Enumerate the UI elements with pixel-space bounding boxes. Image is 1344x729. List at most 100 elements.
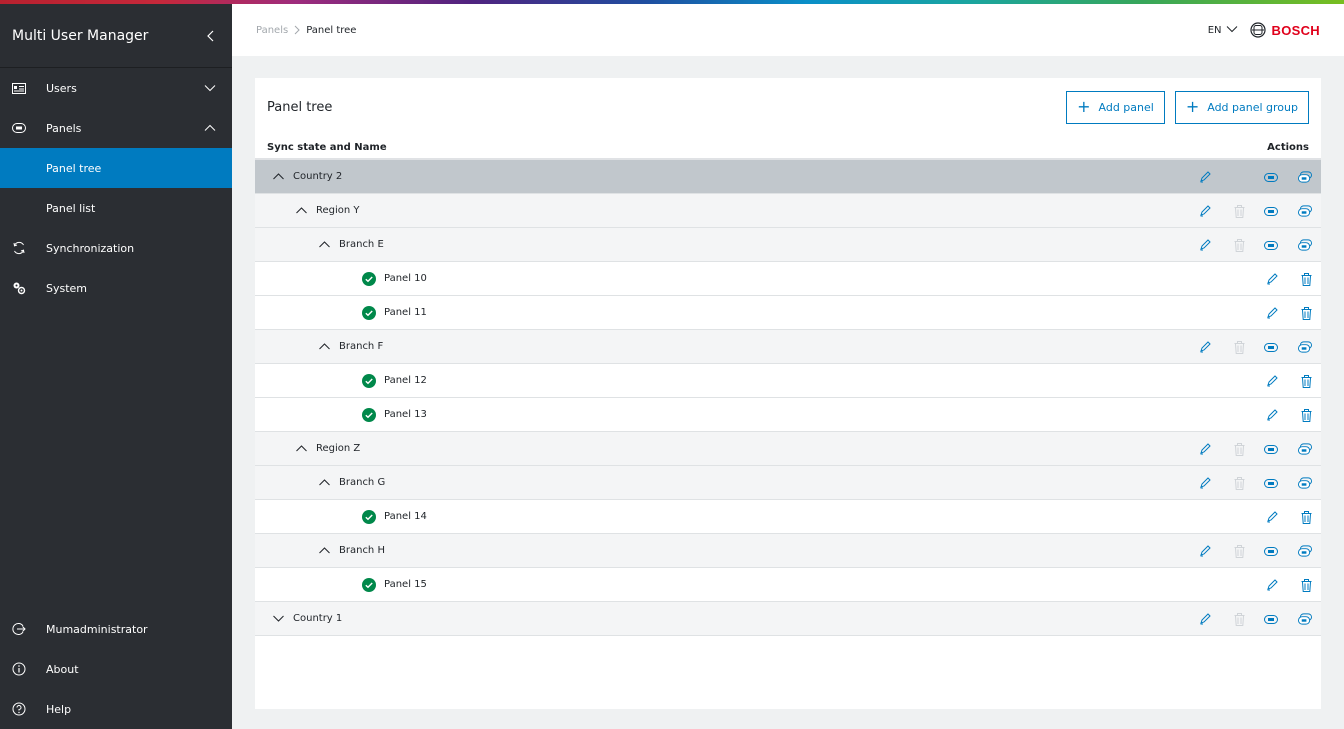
edit-pencil-icon[interactable]	[1265, 510, 1279, 524]
add-panel-icon[interactable]	[1264, 612, 1278, 626]
sidebar-header: Multi User Manager	[0, 4, 232, 68]
add-panel-icon[interactable]	[1264, 170, 1278, 184]
add-panel-icon[interactable]	[1264, 204, 1278, 218]
add-panel-group-icon[interactable]	[1298, 612, 1312, 626]
sidebar-item-synchronization[interactable]: Synchronization	[0, 228, 232, 268]
sidebar-item-about[interactable]: About	[0, 649, 232, 689]
sidebar-item-panel-tree[interactable]: Panel tree	[0, 148, 232, 188]
tree-row-group[interactable]: Region Y	[255, 194, 1321, 228]
sidebar-item-label: Panel list	[46, 201, 96, 215]
delete-trash-icon[interactable]	[1299, 510, 1313, 524]
add-panel-group-icon[interactable]	[1298, 204, 1312, 218]
language-label: EN	[1207, 24, 1222, 36]
sidebar-item-panel-list[interactable]: Panel list	[0, 188, 232, 228]
chevron-up-icon[interactable]	[319, 342, 331, 352]
edit-pencil-icon[interactable]	[1265, 578, 1279, 592]
sidebar-item-logout[interactable]: Mumadministrator	[0, 609, 232, 649]
sidebar-item-label: Help	[46, 702, 72, 716]
tree-row-label: Panel 11	[384, 307, 427, 318]
panel-icon	[12, 121, 32, 135]
edit-pencil-icon[interactable]	[1198, 238, 1212, 252]
sidebar-item-label: About	[46, 662, 79, 676]
add-panel-icon[interactable]	[1264, 442, 1278, 456]
sidebar-item-panels[interactable]: Panels	[0, 108, 232, 148]
tree-row-group[interactable]: Country 1	[255, 602, 1321, 636]
tree-row-group[interactable]: Branch E	[255, 228, 1321, 262]
row-actions	[1171, 432, 1321, 466]
edit-pencil-icon[interactable]	[1265, 374, 1279, 388]
edit-pencil-icon[interactable]	[1265, 272, 1279, 286]
chevron-up-icon[interactable]	[296, 444, 308, 454]
edit-pencil-icon[interactable]	[1198, 544, 1212, 558]
sidebar-item-system[interactable]: System	[0, 268, 232, 308]
chevron-up-icon[interactable]	[319, 478, 331, 488]
add-panel-icon[interactable]	[1264, 340, 1278, 354]
edit-pencil-icon[interactable]	[1198, 204, 1212, 218]
chevron-up-icon[interactable]	[319, 240, 331, 250]
collapse-sidebar-icon[interactable]	[204, 29, 218, 43]
add-panel-icon[interactable]	[1264, 544, 1278, 558]
add-panel-group-icon[interactable]	[1298, 170, 1312, 184]
edit-pencil-icon[interactable]	[1198, 476, 1212, 490]
sidebar-item-users[interactable]: Users	[0, 68, 232, 108]
edit-pencil-icon[interactable]	[1198, 612, 1212, 626]
sidebar-item-label: Mumadministrator	[46, 622, 148, 636]
add-panel-group-icon[interactable]	[1298, 340, 1312, 354]
edit-pencil-icon[interactable]	[1198, 340, 1212, 354]
edit-pencil-icon[interactable]	[1265, 306, 1279, 320]
row-actions	[1171, 500, 1321, 534]
delete-trash-icon[interactable]	[1299, 374, 1313, 388]
add-panel-group-icon[interactable]	[1298, 442, 1312, 456]
gears-icon	[12, 281, 32, 295]
delete-trash-icon[interactable]	[1299, 306, 1313, 320]
chevron-down-icon	[1226, 25, 1238, 36]
add-panel-icon[interactable]	[1264, 238, 1278, 252]
tree-row-label: Region Z	[316, 443, 361, 454]
edit-pencil-icon[interactable]	[1265, 408, 1279, 422]
delete-trash-icon[interactable]	[1299, 272, 1313, 286]
sidebar-item-label: Panels	[46, 121, 82, 135]
panel-tree-card: Panel tree + Add panel + Add panel group…	[255, 78, 1321, 709]
delete-trash-icon[interactable]	[1299, 408, 1313, 422]
tree-row-label: Panel 12	[384, 375, 427, 386]
delete-trash-icon[interactable]	[1299, 578, 1313, 592]
tree-row-group[interactable]: Region Z	[255, 432, 1321, 466]
row-actions	[1171, 534, 1321, 568]
tree-row-label: Panel 10	[384, 273, 427, 284]
tree-row-group[interactable]: Branch F	[255, 330, 1321, 364]
tree-row-panel[interactable]: Panel 12	[255, 364, 1321, 398]
tree-row-panel[interactable]: Panel 13	[255, 398, 1321, 432]
tree-row-panel[interactable]: Panel 10	[255, 262, 1321, 296]
tree-row-panel[interactable]: Panel 14	[255, 500, 1321, 534]
add-panel-button[interactable]: + Add panel	[1066, 90, 1165, 124]
plus-icon: +	[1077, 97, 1091, 116]
chevron-down-icon[interactable]	[273, 614, 285, 624]
edit-pencil-icon[interactable]	[1198, 442, 1212, 456]
row-actions	[1171, 296, 1321, 330]
row-actions	[1171, 330, 1321, 364]
add-panel-group-icon[interactable]	[1298, 238, 1312, 252]
sidebar-item-label: System	[46, 281, 88, 295]
add-panel-group-icon[interactable]	[1298, 544, 1312, 558]
tree-row-group[interactable]: Branch H	[255, 534, 1321, 568]
chevron-up-icon[interactable]	[296, 206, 308, 216]
sidebar-item-help[interactable]: Help	[0, 689, 232, 729]
chevron-up-icon[interactable]	[273, 172, 285, 182]
sync-ok-icon	[362, 373, 376, 388]
tree-row-group[interactable]: Branch G	[255, 466, 1321, 500]
add-panel-icon[interactable]	[1264, 476, 1278, 490]
info-icon	[12, 662, 32, 676]
breadcrumb-panels-link[interactable]: Panels	[256, 25, 288, 36]
sync-ok-icon	[362, 577, 376, 592]
add-panel-group-icon[interactable]	[1298, 476, 1312, 490]
tree-row-panel[interactable]: Panel 15	[255, 568, 1321, 602]
language-selector[interactable]: EN	[1208, 25, 1238, 36]
tree-row-panel[interactable]: Panel 11	[255, 296, 1321, 330]
row-actions	[1171, 364, 1321, 398]
edit-pencil-icon[interactable]	[1198, 170, 1212, 184]
row-actions	[1171, 160, 1321, 194]
add-panel-group-button[interactable]: + Add panel group	[1174, 90, 1309, 124]
delete-trash-icon	[1232, 612, 1246, 626]
tree-row-group[interactable]: Country 2	[255, 160, 1321, 194]
chevron-up-icon[interactable]	[319, 546, 331, 556]
